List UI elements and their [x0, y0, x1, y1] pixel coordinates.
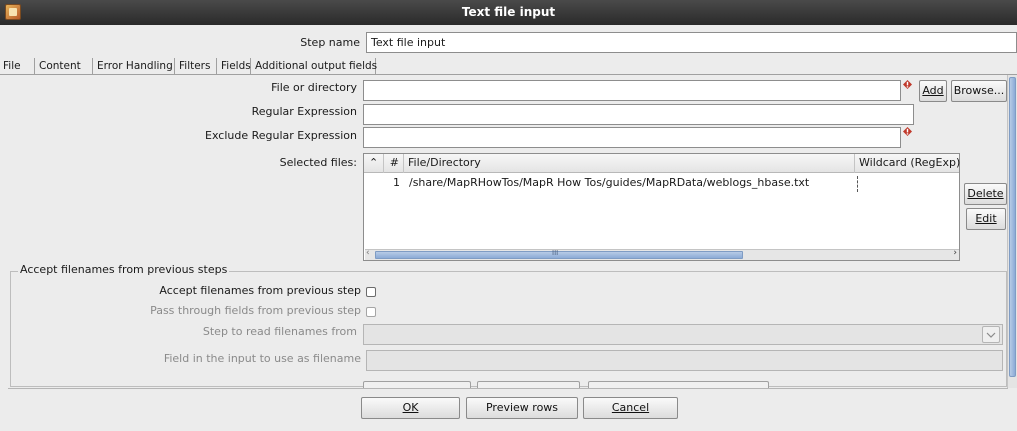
cancel-button[interactable]: Cancel — [583, 397, 678, 419]
tab-divider — [0, 74, 1017, 75]
tab-error-handling[interactable]: Error Handling — [94, 58, 175, 75]
step-name-input[interactable]: Text file input — [366, 32, 1017, 53]
browse-button-label: Browse... — [953, 84, 1005, 97]
previous-steps-legend: Accept filenames from previous steps — [18, 263, 230, 276]
edit-button[interactable]: Edit — [966, 208, 1006, 230]
step-to-read-label: Step to read filenames from — [202, 325, 357, 338]
ok-button[interactable]: OK — [361, 397, 460, 419]
tab-fields[interactable]: Fields — [218, 58, 251, 75]
hidden-button[interactable] — [363, 381, 471, 388]
hidden-button[interactable] — [477, 381, 580, 388]
column-wildcard[interactable]: Wildcard (RegExp) — [855, 154, 960, 173]
row-number: 1 — [393, 176, 400, 189]
tab-file[interactable]: File — [0, 58, 35, 75]
scroll-left-icon[interactable]: ‹ — [366, 248, 370, 258]
step-name-label: Step name — [300, 36, 360, 49]
tab-content[interactable]: Content — [36, 58, 93, 75]
field-filename-label: Field in the input to use as filename — [163, 352, 361, 365]
scroll-thumb[interactable] — [1009, 77, 1016, 377]
ok-button-label: OK — [402, 401, 419, 414]
edit-button-label: Edit — [975, 212, 997, 225]
chevron-down-icon[interactable] — [982, 326, 1000, 343]
column-number[interactable]: # — [384, 154, 404, 173]
accept-filenames-label: Accept filenames from previous step — [159, 284, 361, 297]
pass-through-checkbox[interactable] — [366, 307, 376, 317]
row-wildcard[interactable] — [857, 176, 858, 192]
delete-button[interactable]: Delete — [964, 183, 1007, 205]
footer-separator — [8, 388, 1008, 389]
preview-rows-button-label: Preview rows — [485, 401, 559, 414]
delete-button-label: Delete — [967, 187, 1004, 200]
horizontal-scrollbar[interactable]: ‹ III › — [365, 248, 959, 260]
row-file-path[interactable]: /share/MapRHowTos/MapR How Tos/guides/Ma… — [409, 176, 809, 189]
hidden-button[interactable] — [588, 381, 769, 388]
file-or-directory-label: File or directory — [271, 81, 357, 94]
tab-filters[interactable]: Filters — [176, 58, 217, 75]
column-file-directory[interactable]: File/Directory — [404, 154, 855, 173]
sort-up-icon[interactable]: ⌃ — [364, 154, 384, 173]
warning-icon — [903, 127, 912, 136]
exclude-regex-input[interactable] — [363, 127, 901, 148]
selected-files-table[interactable]: ⌃ # File/Directory Wildcard (RegExp) 1 /… — [363, 153, 960, 261]
step-to-read-select[interactable] — [363, 324, 1003, 345]
scroll-right-icon[interactable]: › — [953, 248, 957, 258]
pass-through-label: Pass through fields from previous step — [150, 304, 361, 317]
file-or-directory-input[interactable] — [363, 80, 901, 101]
tab-additional-output-fields[interactable]: Additional output fields — [252, 58, 377, 75]
vertical-scrollbar[interactable] — [1007, 75, 1017, 388]
regex-input[interactable] — [363, 104, 914, 125]
add-button-label: Add — [922, 84, 944, 97]
regex-label: Regular Expression — [251, 105, 357, 118]
accept-filenames-checkbox[interactable] — [366, 287, 376, 297]
scroll-thumb[interactable]: III — [375, 249, 743, 259]
window-title: Text file input — [461, 5, 556, 19]
table-header: ⌃ # File/Directory Wildcard (RegExp) — [364, 154, 960, 173]
preview-rows-button[interactable]: Preview rows — [466, 397, 578, 419]
exclude-regex-label: Exclude Regular Expression — [205, 129, 357, 142]
add-button[interactable]: Add — [919, 80, 947, 102]
scroll-grip: III — [552, 249, 559, 257]
field-filename-input[interactable] — [366, 350, 1003, 371]
selected-files-label: Selected files: — [279, 156, 357, 169]
browse-button[interactable]: Browse... — [951, 80, 1007, 102]
warning-icon — [903, 80, 912, 89]
cancel-button-label: Cancel — [611, 401, 650, 414]
window-titlebar: Text file input — [0, 0, 1017, 25]
